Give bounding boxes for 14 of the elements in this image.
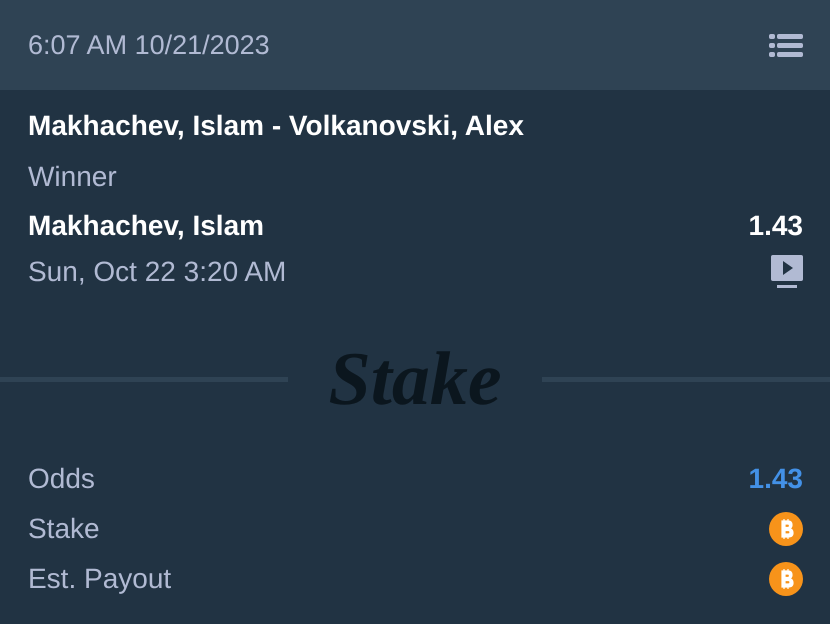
event-title: Makhachev, Islam - Volkanovski, Alex — [28, 110, 524, 142]
summary-value: 1.43 — [748, 463, 803, 495]
summary-label: Stake — [28, 513, 100, 545]
event-start-time: Sun, Oct 22 3:20 AM — [28, 256, 286, 288]
bitcoin-icon — [769, 562, 803, 596]
selection-name: Makhachev, Islam — [28, 210, 264, 242]
market-name: Winner — [28, 160, 117, 192]
bitcoin-icon — [769, 512, 803, 546]
summary-label: Odds — [28, 463, 95, 495]
live-stream-icon[interactable] — [771, 255, 803, 289]
menu-icon[interactable] — [769, 32, 803, 58]
summary-label: Est. Payout — [28, 563, 172, 595]
selection-odds: 1.43 — [748, 210, 803, 242]
bet-timestamp: 6:07 AM 10/21/2023 — [28, 30, 270, 60]
